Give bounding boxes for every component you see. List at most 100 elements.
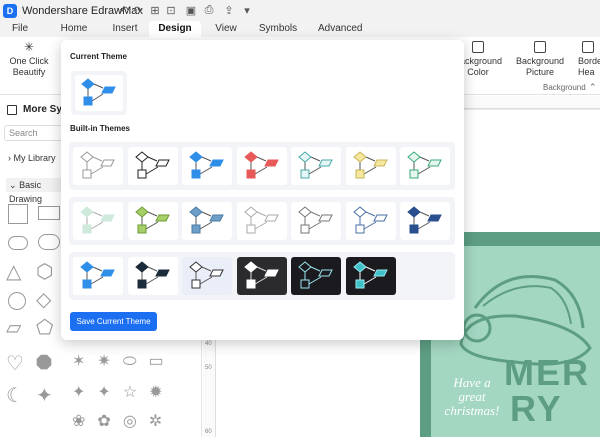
theme-flowchart-icon: [407, 151, 442, 179]
theme-card[interactable]: [236, 257, 287, 295]
circle-shape[interactable]: [8, 292, 26, 310]
octagon-2-shape[interactable]: ⯃: [36, 354, 52, 374]
diamond-shape[interactable]: ◇: [36, 290, 51, 310]
app-logo-icon: D: [3, 3, 17, 18]
theme-flowchart-icon: [352, 206, 388, 234]
pentagon-shape[interactable]: ⬠: [36, 318, 53, 338]
theme-card[interactable]: [73, 147, 123, 185]
moon-shape[interactable]: ☾: [6, 386, 24, 406]
sparkle-icon: ✳: [23, 40, 35, 54]
theme-card[interactable]: [400, 202, 450, 240]
title-bar: D Wondershare EdrawMax ↶ ↷ ⊞ ⊡ ▣ ⎙ ⇪ ▾: [0, 0, 600, 21]
theme-card[interactable]: [182, 257, 232, 295]
theme-flowchart-icon: [80, 151, 115, 179]
theme-card[interactable]: [73, 257, 123, 295]
merry-text: MER RY: [504, 352, 590, 429]
parallelogram-shape[interactable]: ▱: [6, 318, 21, 338]
one-click-beautify-button[interactable]: ✳ One Click Beautify: [8, 41, 50, 78]
theme-card[interactable]: [345, 257, 396, 295]
shape-row-c[interactable]: ❀✿◎✲: [72, 412, 174, 432]
theme-card[interactable]: [182, 147, 232, 185]
basic-drawing-item[interactable]: ⌄ Basic Drawing: [6, 178, 62, 204]
square-shape[interactable]: [8, 204, 28, 224]
theme-flowchart-icon: [189, 261, 224, 289]
theme-card[interactable]: [291, 147, 341, 185]
open-folder-icon[interactable]: ⊡: [164, 3, 178, 17]
current-theme-card[interactable]: [71, 71, 127, 115]
ruler-number: 60: [205, 429, 212, 435]
collapse-ribbon-icon[interactable]: ⌃: [589, 82, 597, 93]
star-shape[interactable]: ✦: [36, 386, 53, 406]
menu-home[interactable]: Home: [59, 21, 89, 37]
merry-line-1: MER: [504, 352, 590, 393]
print-icon[interactable]: ⎙: [202, 3, 216, 17]
background-picture-button[interactable]: Background Picture: [513, 41, 567, 78]
theme-row-3: [69, 252, 455, 300]
triangle-shape[interactable]: △: [6, 262, 21, 282]
merry-line-2: RY: [510, 388, 563, 429]
border-label-2: Hea: [578, 67, 595, 77]
ellipse-shape[interactable]: [38, 234, 60, 250]
my-library-item[interactable]: › My Library: [8, 153, 56, 163]
bg-picture-label-1: Background: [515, 56, 565, 66]
menu-design[interactable]: Design: [149, 21, 201, 37]
menu-view[interactable]: View: [212, 21, 240, 37]
theme-card[interactable]: [127, 257, 178, 295]
background-group-label: Background: [543, 83, 586, 92]
theme-card[interactable]: [182, 202, 232, 240]
heart-shape[interactable]: ♡: [6, 354, 24, 374]
paint-bucket-icon: [472, 41, 484, 53]
theme-flowchart-icon: [407, 206, 442, 234]
save-icon[interactable]: ▣: [184, 3, 198, 17]
theme-card[interactable]: [345, 202, 396, 240]
theme-card[interactable]: [127, 202, 178, 240]
bg-picture-label-2: Picture: [525, 67, 554, 77]
theme-flowchart-icon: [298, 151, 333, 179]
beautify-label-1: One Click: [9, 56, 49, 66]
theme-flowchart-icon: [80, 206, 115, 234]
ruler-number: 40: [205, 341, 212, 347]
beautify-label-2: Beautify: [12, 67, 46, 77]
theme-card[interactable]: [236, 147, 287, 185]
more-icon[interactable]: ▾: [240, 3, 254, 17]
chevron-right-icon: ›: [8, 153, 11, 163]
theme-flowchart-icon: [243, 151, 279, 179]
shape-row-a[interactable]: ✶✷⬭▭: [72, 352, 176, 372]
theme-card[interactable]: [291, 257, 341, 295]
theme-flowchart-icon: [352, 151, 388, 179]
octagon-shape[interactable]: ⬡: [36, 262, 53, 282]
theme-flowchart-icon: [189, 206, 224, 234]
theme-flowchart-icon: [134, 261, 170, 289]
redo-icon[interactable]: ↷: [131, 3, 145, 17]
menu-advanced[interactable]: Advanced: [318, 21, 362, 37]
export-icon[interactable]: ⇪: [222, 3, 236, 17]
chevron-down-icon: ⌄: [9, 180, 17, 190]
borders-headers-button[interactable]: Borde Hea: [578, 41, 600, 78]
menu-file[interactable]: File: [8, 21, 32, 37]
menu-insert[interactable]: Insert: [109, 21, 141, 37]
theme-card[interactable]: [400, 147, 450, 185]
symbol-search-input[interactable]: Search: [4, 125, 64, 141]
theme-flowchart-icon: [189, 151, 224, 179]
theme-flowchart-icon: [298, 206, 333, 234]
shape-row-b[interactable]: ✦✦☆✹: [72, 383, 175, 403]
theme-card[interactable]: [291, 202, 341, 240]
menu-symbols[interactable]: Symbols: [258, 21, 298, 37]
card-greeting: Have a great christmas!: [437, 376, 507, 418]
theme-flowchart-icon: [134, 206, 170, 234]
theme-flowchart-icon: [134, 151, 170, 179]
theme-card[interactable]: [345, 147, 396, 185]
save-current-theme-button[interactable]: Save Current Theme: [70, 312, 157, 331]
theme-card[interactable]: [127, 147, 178, 185]
new-file-icon[interactable]: ⊞: [148, 3, 162, 17]
rounded-rectangle-shape[interactable]: [8, 236, 28, 250]
theme-card[interactable]: [236, 202, 287, 240]
menu-bar: File Home Insert Design View Symbols Adv…: [0, 21, 600, 37]
theme-flowchart-icon: [298, 261, 333, 289]
current-theme-preview: [75, 75, 123, 111]
undo-icon[interactable]: ↶: [117, 3, 131, 17]
greeting-line-1: Have a: [453, 375, 491, 390]
greeting-line-2: great: [458, 389, 486, 404]
rectangle-shape[interactable]: [38, 206, 60, 220]
theme-card[interactable]: [73, 202, 123, 240]
